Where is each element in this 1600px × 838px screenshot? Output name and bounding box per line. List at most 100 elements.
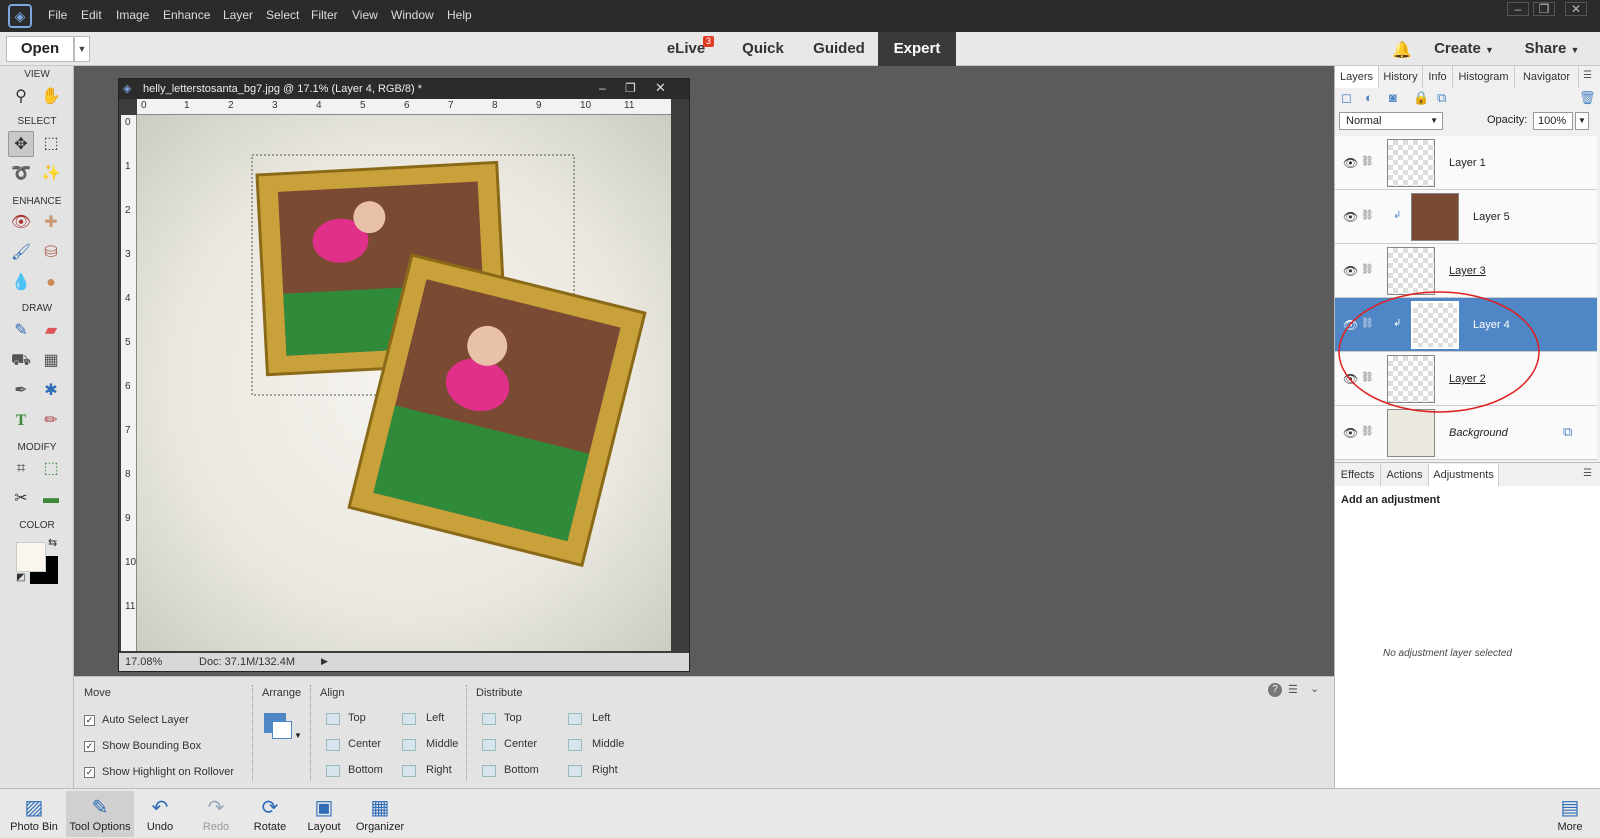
align-left-icon[interactable] — [402, 713, 416, 725]
layer-row[interactable]: 👁 ⛓ ↲ Layer 5 — [1335, 190, 1597, 244]
notification-bell-icon[interactable]: 🔔 — [1392, 40, 1412, 59]
maximize-icon[interactable]: ❐ — [1533, 2, 1555, 16]
crop-icon[interactable]: ⌗ — [8, 456, 34, 482]
trash-icon[interactable]: 🗑 — [1579, 90, 1596, 106]
doc-maximize-icon[interactable]: ❐ — [625, 81, 643, 95]
tool-options-button[interactable]: ✎ Tool Options — [66, 791, 134, 837]
distribute-center[interactable]: Center — [504, 738, 537, 750]
align-bottom[interactable]: Bottom — [348, 764, 383, 776]
more-button[interactable]: ▤ More — [1540, 791, 1600, 837]
tab-expert[interactable]: Expert — [878, 32, 956, 66]
menu-file[interactable]: File — [48, 8, 67, 22]
redo-button[interactable]: ↷ Redo — [186, 791, 246, 837]
menu-select[interactable]: Select — [266, 8, 299, 22]
marquee-tool-icon[interactable]: ⬚ — [38, 131, 64, 157]
rotate-button[interactable]: ⟳ Rotate — [240, 791, 300, 837]
undo-button[interactable]: ↶ Undo — [130, 791, 190, 837]
layout-button[interactable]: ▣ Layout — [294, 791, 354, 837]
distribute-bottom[interactable]: Bottom — [504, 764, 539, 776]
background-lock-icon[interactable]: ⧉ — [1563, 424, 1572, 440]
type-tool-icon[interactable]: T — [8, 408, 34, 434]
menu-view[interactable]: View — [352, 8, 378, 22]
tab-navigator[interactable]: Navigator — [1515, 66, 1579, 88]
align-right-icon[interactable] — [402, 765, 416, 777]
distribute-middle-icon[interactable] — [568, 739, 582, 751]
align-center-icon[interactable] — [326, 739, 340, 751]
blur-icon[interactable]: 💧 — [8, 270, 34, 296]
distribute-top-icon[interactable] — [482, 713, 496, 725]
distribute-right[interactable]: Right — [592, 764, 618, 776]
opacity-dropdown-icon[interactable]: ▼ — [1575, 112, 1589, 130]
smart-brush-icon[interactable]: 🖌 — [8, 240, 34, 266]
recompose-icon[interactable]: ⬚ — [38, 456, 64, 482]
open-button[interactable]: Open — [6, 36, 74, 62]
menu-window[interactable]: Window — [391, 8, 434, 22]
share-button[interactable]: Share ▼ — [1514, 32, 1590, 66]
custom-shape-icon[interactable]: ✱ — [38, 378, 64, 404]
align-middle-icon[interactable] — [402, 739, 416, 751]
adjustment-layer-icon[interactable]: ◐ — [1365, 90, 1373, 105]
menu-filter[interactable]: Filter — [311, 8, 338, 22]
zoom-level[interactable]: 17.08% — [125, 656, 162, 668]
blend-mode-select[interactable]: Normal ▼ — [1339, 112, 1443, 130]
tab-adjustments[interactable]: Adjustments — [1429, 464, 1499, 486]
align-left[interactable]: Left — [426, 712, 444, 724]
new-layer-icon[interactable]: ◻ — [1341, 90, 1352, 106]
doc-minimize-icon[interactable]: – — [599, 81, 617, 95]
image-canvas[interactable] — [137, 115, 671, 651]
align-top[interactable]: Top — [348, 712, 366, 724]
visibility-eye-icon[interactable]: 👁 — [1343, 264, 1358, 278]
opacity-input[interactable]: 100% — [1533, 112, 1573, 130]
foreground-color-swatch[interactable] — [16, 542, 46, 572]
collapse-chevron-icon[interactable]: ⌄ — [1310, 682, 1319, 695]
align-middle[interactable]: Middle — [426, 738, 458, 750]
organizer-button[interactable]: ▦ Organizer — [348, 791, 412, 837]
pencil-icon[interactable]: ✏ — [38, 408, 64, 434]
status-expand-icon[interactable]: ▶ — [321, 656, 328, 667]
straighten-icon[interactable]: ▬ — [38, 486, 64, 512]
distribute-middle[interactable]: Middle — [592, 738, 624, 750]
visibility-eye-icon[interactable]: 👁 — [1343, 426, 1358, 440]
lower-panel-menu-icon[interactable]: ☰ — [1583, 468, 1592, 479]
menu-image[interactable]: Image — [116, 8, 149, 22]
tab-history[interactable]: History — [1379, 66, 1423, 88]
tab-histogram[interactable]: Histogram — [1453, 66, 1515, 88]
move-tool-icon[interactable]: ✥ — [8, 131, 34, 157]
link-layers-icon[interactable]: ⧉ — [1437, 90, 1446, 106]
minimize-icon[interactable]: – — [1507, 2, 1529, 16]
distribute-center-icon[interactable] — [482, 739, 496, 751]
menu-enhance[interactable]: Enhance — [163, 8, 210, 22]
show-bbox-checkbox[interactable]: ✓ — [84, 741, 95, 752]
menu-edit[interactable]: Edit — [81, 8, 102, 22]
hand-tool-icon[interactable]: ✋ — [38, 84, 64, 110]
doc-close-icon[interactable]: ✕ — [655, 80, 673, 96]
distribute-top[interactable]: Top — [504, 712, 522, 724]
tab-quick[interactable]: Quick — [730, 32, 796, 66]
menu-help[interactable]: Help — [447, 8, 472, 22]
tab-layers[interactable]: Layers — [1335, 66, 1379, 88]
open-dropdown-icon[interactable]: ▼ — [74, 36, 90, 62]
align-top-icon[interactable] — [326, 713, 340, 725]
show-highlight-checkbox[interactable]: ✓ — [84, 767, 95, 778]
zoom-tool-icon[interactable]: ⚲ — [8, 84, 34, 110]
distribute-left-icon[interactable] — [568, 713, 582, 725]
panel-menu-icon[interactable]: ☰ — [1583, 70, 1592, 81]
swap-colors-icon[interactable]: ⇆ — [48, 536, 57, 549]
red-eye-icon[interactable]: 👁 — [8, 210, 34, 236]
gradient-icon[interactable]: ▦ — [38, 348, 64, 374]
distribute-right-icon[interactable] — [568, 765, 582, 777]
tab-info[interactable]: Info — [1423, 66, 1453, 88]
visibility-eye-icon[interactable]: 👁 — [1343, 210, 1358, 224]
content-aware-move-icon[interactable]: ✂ — [8, 486, 34, 512]
sponge-icon[interactable]: ● — [38, 270, 64, 296]
help-icon[interactable]: ? — [1268, 683, 1282, 697]
lasso-tool-icon[interactable]: ➰ — [8, 161, 34, 187]
eyedropper-icon[interactable]: ✒ — [8, 378, 34, 404]
auto-select-checkbox[interactable]: ✓ — [84, 715, 95, 726]
distribute-left[interactable]: Left — [592, 712, 610, 724]
photo-bin-button[interactable]: ▨ Photo Bin — [4, 791, 64, 837]
paint-bucket-icon[interactable]: ⛟ — [8, 348, 34, 374]
create-button[interactable]: Create ▼ — [1424, 32, 1504, 66]
default-colors-icon[interactable]: ◩ — [16, 572, 25, 583]
brush-icon[interactable]: ✎ — [8, 318, 34, 344]
